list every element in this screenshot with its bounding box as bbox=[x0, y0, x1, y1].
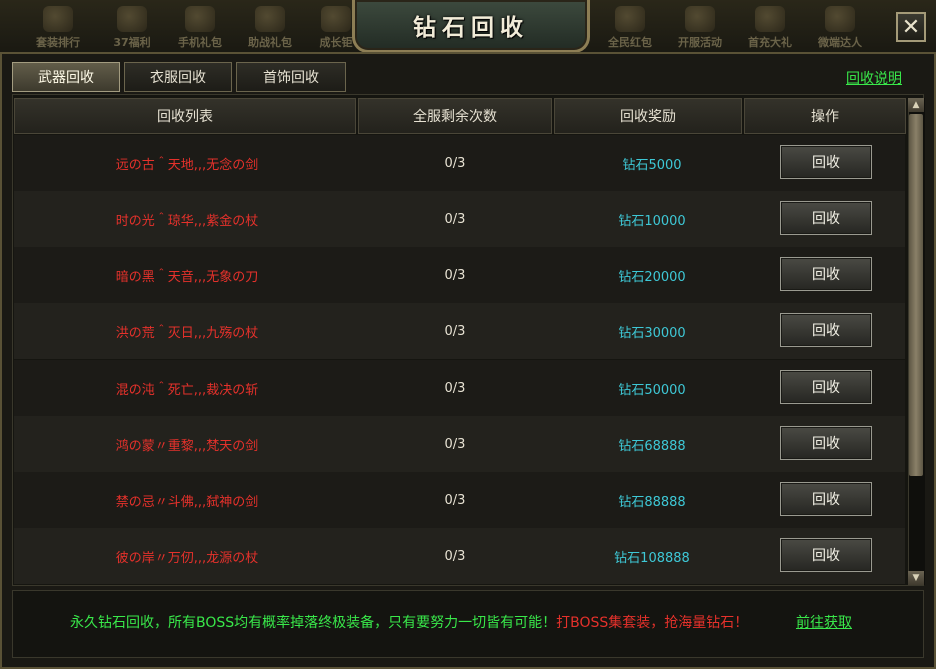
top-menu-label: 37福利 bbox=[113, 36, 151, 49]
close-icon: ✕ bbox=[901, 14, 921, 40]
phone-gift-icon bbox=[185, 6, 215, 32]
item-name: 混の沌＾死亡,,,裁决の斩 bbox=[115, 382, 259, 398]
tab-label: 首饰回收 bbox=[263, 70, 319, 86]
top-menu-label: 开服活动 bbox=[678, 36, 722, 49]
tab-clothes-recycle[interactable]: 衣服回收 bbox=[124, 62, 232, 92]
table-row: 远の古＾天地,,,无念の剑 0/3 钻石5000 回收 bbox=[14, 135, 905, 191]
item-name: 禁の忌〃斗佛,,,弑神の剑 bbox=[115, 494, 259, 510]
recycle-button[interactable]: 回收 bbox=[780, 538, 872, 572]
top-menu-label: 成长钜 bbox=[319, 36, 353, 49]
reward-value: 钻石30000 bbox=[618, 325, 686, 341]
tab-label: 武器回收 bbox=[38, 70, 94, 86]
recycle-button[interactable]: 回收 bbox=[780, 426, 872, 460]
top-menu-label: 手机礼包 bbox=[178, 36, 222, 49]
table-row: 时の光＾琼华,,,紫金の杖 0/3 钻石10000 回收 bbox=[14, 191, 905, 247]
first-charge-icon bbox=[755, 6, 785, 32]
recycle-button[interactable]: 回收 bbox=[780, 201, 872, 235]
scrollbar-thumb[interactable] bbox=[909, 114, 923, 476]
tab-jewelry-recycle[interactable]: 首饰回收 bbox=[236, 62, 346, 92]
top-menu-item-welfare[interactable]: 37福利 bbox=[102, 4, 162, 50]
top-menu-item-event[interactable]: 开服活动 bbox=[670, 4, 730, 50]
footer-notice-green: 永久钻石回收，所有BOSS均有概率掉落终极装备，只有要努力一切皆有可能！ bbox=[70, 615, 557, 631]
table-row: 彼の岸〃万仞,,,龙源の杖 0/3 钻石108888 回收 bbox=[14, 528, 905, 584]
top-menu-item-phone-gift[interactable]: 手机礼包 bbox=[170, 4, 230, 50]
header-recycle-list: 回收列表 bbox=[14, 98, 356, 134]
window-title-plate: 钻石回收 bbox=[352, 0, 590, 53]
arrow-up-icon: ▲ bbox=[912, 100, 920, 110]
top-menu-item-helper-gift[interactable]: 助战礼包 bbox=[240, 4, 300, 50]
growth-icon bbox=[321, 6, 351, 32]
reward-value: 钻石68888 bbox=[618, 438, 686, 454]
goto-obtain-link[interactable]: 前往获取 bbox=[796, 612, 852, 632]
top-menu-item-ranking[interactable]: 套装排行 bbox=[28, 4, 88, 50]
reward-value: 钻石20000 bbox=[618, 269, 686, 285]
header-reward: 回收奖励 bbox=[554, 98, 742, 134]
remaining-count: 0/3 bbox=[444, 492, 466, 508]
remaining-count: 0/3 bbox=[444, 548, 466, 564]
event-icon bbox=[685, 6, 715, 32]
recycle-help-link[interactable]: 回收说明 bbox=[846, 68, 902, 88]
top-menu-item-client[interactable]: 微端达人 bbox=[810, 4, 870, 50]
table-row: 洪の荒＾灭日,,,九殇の杖 0/3 钻石30000 回收 bbox=[14, 303, 905, 359]
table-row: 鸿の蒙〃重黎,,,梵天の剑 0/3 钻石68888 回收 bbox=[14, 416, 905, 472]
item-name: 彼の岸〃万仞,,,龙源の杖 bbox=[115, 550, 259, 566]
item-name: 暗の黑＾天音,,,无象の刀 bbox=[115, 269, 259, 285]
top-menu-item-red-packet[interactable]: 全民红包 bbox=[600, 4, 660, 50]
reward-value: 钻石5000 bbox=[622, 157, 682, 173]
remaining-count: 0/3 bbox=[444, 436, 466, 452]
scroll-up-button[interactable]: ▲ bbox=[908, 98, 924, 112]
red-packet-icon bbox=[615, 6, 645, 32]
gift-icon bbox=[117, 6, 147, 32]
reward-value: 钻石50000 bbox=[618, 382, 686, 398]
window-title: 钻石回收 bbox=[413, 15, 529, 41]
top-menu-label: 首充大礼 bbox=[748, 36, 792, 49]
reward-value: 钻石108888 bbox=[614, 550, 690, 566]
item-name: 洪の荒＾灭日,,,九殇の杖 bbox=[115, 325, 259, 341]
remaining-count: 0/3 bbox=[444, 323, 466, 339]
recycle-button[interactable]: 回收 bbox=[780, 482, 872, 516]
table-row: 混の沌＾死亡,,,裁决の斩 0/3 钻石50000 回收 bbox=[14, 360, 905, 416]
remaining-count: 0/3 bbox=[444, 155, 466, 171]
scroll-down-button[interactable]: ▼ bbox=[908, 571, 924, 585]
recycle-button[interactable]: 回收 bbox=[780, 145, 872, 179]
item-name: 时の光＾琼华,,,紫金の杖 bbox=[115, 213, 259, 229]
recycle-button[interactable]: 回收 bbox=[780, 313, 872, 347]
recycle-button[interactable]: 回收 bbox=[780, 257, 872, 291]
reward-value: 钻石88888 bbox=[618, 494, 686, 510]
reward-value: 钻石10000 bbox=[618, 213, 686, 229]
remaining-count: 0/3 bbox=[444, 211, 466, 227]
top-menu-label: 助战礼包 bbox=[248, 36, 292, 49]
remaining-count: 0/3 bbox=[444, 267, 466, 283]
item-name: 鸿の蒙〃重黎,,,梵天の剑 bbox=[115, 438, 259, 454]
client-icon bbox=[825, 6, 855, 32]
top-menu-label: 微端达人 bbox=[818, 36, 862, 49]
table-row: 暗の黑＾天音,,,无象の刀 0/3 钻石20000 回收 bbox=[14, 247, 905, 303]
close-button[interactable]: ✕ bbox=[896, 12, 926, 42]
arrow-down-icon: ▼ bbox=[912, 573, 920, 583]
table-row: 禁の忌〃斗佛,,,弑神の剑 0/3 钻石88888 回收 bbox=[14, 472, 905, 528]
header-remaining: 全服剩余次数 bbox=[358, 98, 552, 134]
ranking-icon bbox=[43, 6, 73, 32]
helper-gift-icon bbox=[255, 6, 285, 32]
tab-label: 衣服回收 bbox=[150, 70, 206, 86]
recycle-button[interactable]: 回收 bbox=[780, 370, 872, 404]
top-menu-label: 套装排行 bbox=[36, 36, 80, 49]
footer-notice-red: 打BOSS集套装，抢海量钻石！ bbox=[556, 615, 749, 631]
remaining-count: 0/3 bbox=[444, 380, 466, 396]
tab-weapon-recycle[interactable]: 武器回收 bbox=[12, 62, 120, 92]
header-action: 操作 bbox=[744, 98, 906, 134]
top-menu-item-first-charge[interactable]: 首充大礼 bbox=[740, 4, 800, 50]
footer-notice: 永久钻石回收，所有BOSS均有概率掉落终极装备，只有要努力一切皆有可能！打BOS… bbox=[70, 612, 748, 632]
item-name: 远の古＾天地,,,无念の剑 bbox=[115, 157, 259, 173]
top-menu-label: 全民红包 bbox=[608, 36, 652, 49]
